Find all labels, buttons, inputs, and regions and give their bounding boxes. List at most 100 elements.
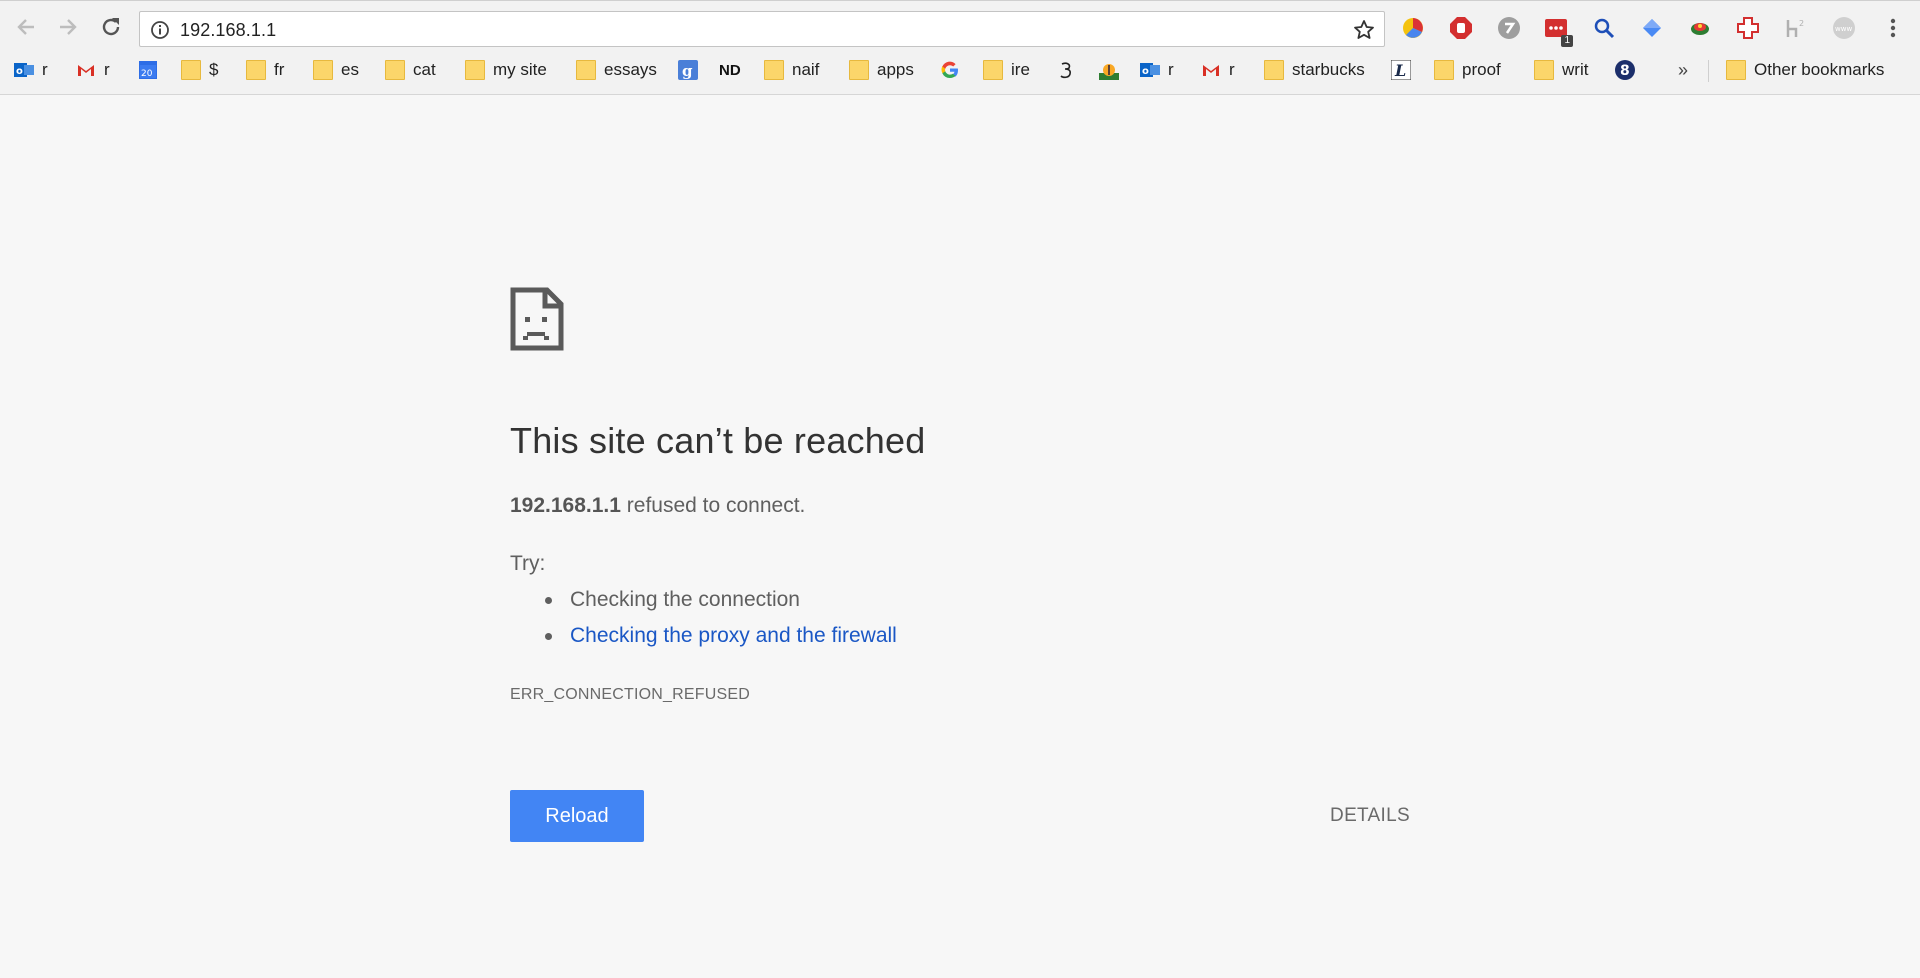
bookmark-label: ire <box>1011 60 1030 79</box>
bookmark-calendar[interactable]: 20 <box>138 55 158 85</box>
folder-icon <box>385 60 405 80</box>
folder-icon <box>181 60 201 80</box>
google-icon <box>941 61 958 79</box>
svg-text:g: g <box>682 62 693 80</box>
blue-diamond-extension-icon[interactable] <box>1639 15 1665 41</box>
reload-button[interactable]: Reload <box>510 790 644 842</box>
bookmark-l[interactable]: L <box>1391 55 1411 85</box>
sad-page-icon <box>510 287 564 351</box>
chrome-menu-button[interactable] <box>1880 15 1906 41</box>
bookmark-folder-ire[interactable]: ire <box>983 55 1030 85</box>
svg-text:L: L <box>1394 61 1406 80</box>
folder-icon <box>465 60 485 80</box>
kebab-menu-icon <box>1890 18 1896 38</box>
bookmark-eight[interactable]: 8 <box>1615 55 1635 85</box>
folder-icon <box>1264 60 1284 80</box>
h-squared-extension-icon[interactable]: 2 <box>1783 15 1809 41</box>
try-label: Try: <box>510 552 546 575</box>
bookmark-folder-starbucks[interactable]: starbucks <box>1264 55 1365 85</box>
bookmark-label: fr <box>274 60 285 79</box>
pie-chart-extension-icon[interactable] <box>1400 15 1426 41</box>
bookmarks-bar: o r r 20 $ fr es cat my site essays g ND… <box>0 55 1920 95</box>
url-text[interactable]: 192.168.1.1 <box>180 20 276 41</box>
bookmark-folder-naif[interactable]: naif <box>764 55 819 85</box>
bookmark-label: naif <box>792 60 820 79</box>
forward-button[interactable] <box>52 11 84 43</box>
outlook-icon: o <box>1140 63 1160 77</box>
bookmark-folder-my-site[interactable]: my site <box>465 55 547 85</box>
bookmark-star-icon[interactable] <box>1352 18 1376 42</box>
folder-icon <box>849 60 869 80</box>
other-bookmarks-folder[interactable]: Other bookmarks <box>1726 55 1884 85</box>
bookmark-label: r <box>1229 60 1235 79</box>
google-scholar-icon: g <box>678 60 698 80</box>
refresh-button[interactable] <box>95 11 127 43</box>
eight-icon: 8 <box>1615 60 1635 80</box>
bookmark-label: proof <box>1462 60 1501 79</box>
adblock-extension-icon[interactable] <box>1448 15 1474 41</box>
www-extension-icon[interactable]: www <box>1831 15 1857 41</box>
bookmark-gmail-1[interactable]: r <box>76 55 110 85</box>
folder-icon <box>764 60 784 80</box>
bookmark-google-scholar[interactable]: g <box>678 55 698 85</box>
bookmark-label: r <box>104 60 110 79</box>
grey-circle-extension-icon[interactable] <box>1496 15 1522 41</box>
bookmark-three[interactable] <box>1057 55 1077 85</box>
bookmark-label: writ <box>1562 60 1589 79</box>
calendar-icon: 20 <box>139 61 157 79</box>
error-message-text: refused to connect. <box>620 494 806 517</box>
folder-icon <box>576 60 596 80</box>
folder-icon <box>983 60 1003 80</box>
bookmark-label: essays <box>604 60 657 79</box>
bookmark-folder-dollar[interactable]: $ <box>181 55 218 85</box>
bookmark-palm[interactable] <box>1099 55 1119 85</box>
three-icon <box>1060 62 1071 79</box>
bookmark-google[interactable] <box>940 55 960 85</box>
bookmark-outlook-2[interactable]: o r <box>1140 55 1174 85</box>
svg-text:2: 2 <box>1799 19 1804 28</box>
svg-text:o: o <box>1142 66 1149 77</box>
folder-icon <box>313 60 333 80</box>
red-dots-extension-icon[interactable]: 1 <box>1543 15 1573 47</box>
bookmark-outlook-1[interactable]: o r <box>14 55 48 85</box>
folder-icon <box>1534 60 1554 80</box>
suggestions-list: Checking the connection Checking the pro… <box>545 586 897 658</box>
browser-toolbar: 192.168.1.1 1 2 www <box>0 0 1920 56</box>
error-code: ERR_CONNECTION_REFUSED <box>510 686 750 703</box>
bookmark-label: r <box>42 60 48 79</box>
bookmark-folder-cat[interactable]: cat <box>385 55 436 85</box>
suggestion-check-proxy-link[interactable]: Checking the proxy and the firewall <box>545 622 897 658</box>
bookmark-label: apps <box>877 60 914 79</box>
calendar-date: 20 <box>141 69 153 79</box>
bookmark-folder-writ[interactable]: writ <box>1534 55 1588 85</box>
bookmarks-overflow-button[interactable]: » <box>1678 55 1688 85</box>
colorful-extension-icon[interactable] <box>1687 15 1713 41</box>
l-icon: L <box>1391 60 1411 80</box>
bookmark-label: starbucks <box>1292 60 1365 79</box>
bookmark-label: cat <box>413 60 436 79</box>
red-cross-extension-icon[interactable] <box>1735 15 1761 41</box>
forward-arrow-icon <box>60 19 77 35</box>
address-bar[interactable]: 192.168.1.1 <box>139 11 1385 47</box>
bookmarks-divider <box>1708 60 1709 82</box>
bookmark-label: es <box>341 60 359 79</box>
bookmark-folder-essays[interactable]: essays <box>576 55 657 85</box>
svg-text:www: www <box>1835 25 1852 33</box>
bookmark-folder-proof[interactable]: proof <box>1434 55 1501 85</box>
magnifier-extension-icon[interactable] <box>1591 15 1617 41</box>
folder-icon <box>246 60 266 80</box>
bookmark-label: r <box>1168 60 1174 79</box>
bookmark-nd[interactable]: ND <box>719 55 741 85</box>
back-button[interactable] <box>10 11 42 43</box>
bookmark-gmail-2[interactable]: r <box>1201 55 1235 85</box>
bookmark-label: my site <box>493 60 547 79</box>
bookmark-folder-fr[interactable]: fr <box>246 55 284 85</box>
info-icon[interactable] <box>150 20 170 40</box>
gmail-icon <box>78 65 94 76</box>
bookmark-folder-apps[interactable]: apps <box>849 55 914 85</box>
details-button[interactable]: DETAILS <box>1310 790 1430 842</box>
gmail-icon <box>1203 65 1219 76</box>
refresh-icon <box>102 18 120 36</box>
svg-text:o: o <box>16 66 23 77</box>
bookmark-folder-es[interactable]: es <box>313 55 359 85</box>
